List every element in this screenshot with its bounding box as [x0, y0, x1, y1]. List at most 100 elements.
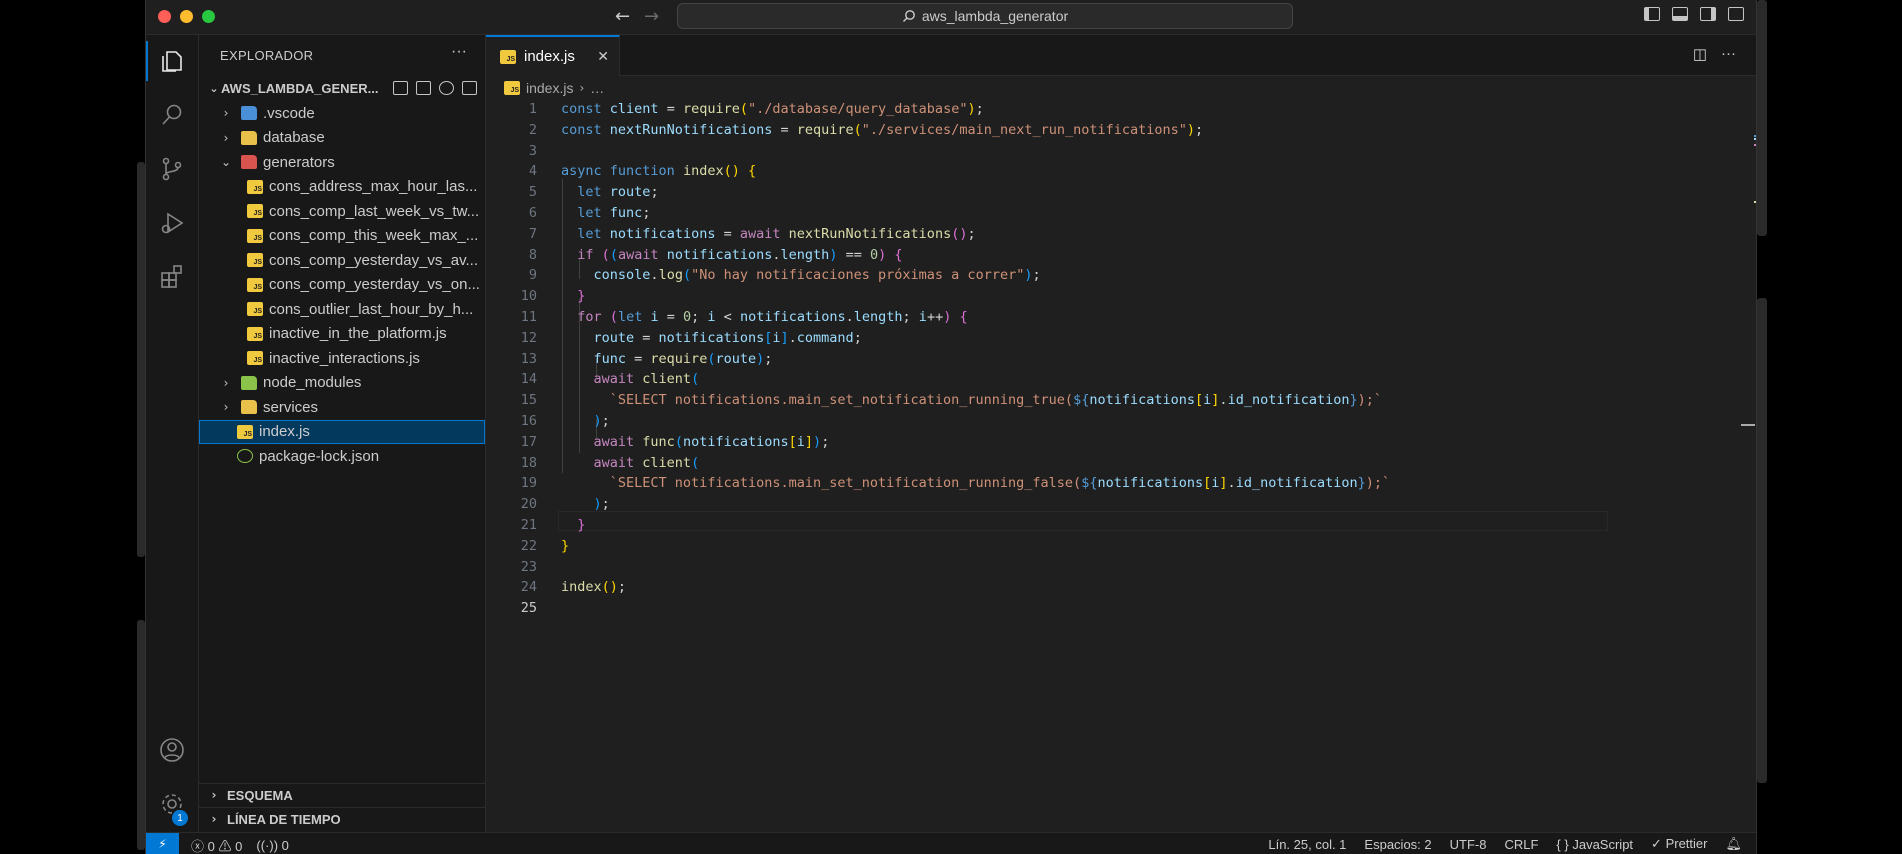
indentation[interactable]: Espacios: 2	[1364, 837, 1431, 852]
breadcrumb-file[interactable]: index.js	[526, 80, 573, 96]
tree-file[interactable]: JS inactive_interactions.js	[199, 346, 485, 370]
extensions-activity-button[interactable]	[146, 253, 198, 301]
chevron-right-icon: ›	[223, 106, 229, 120]
vscode-window: ← → aws_lambda_generator 1 EXPLORADOR ··…	[145, 0, 1757, 854]
tree-file[interactable]: JS cons_comp_last_week_vs_tw...	[199, 199, 485, 223]
line-number: 16	[520, 413, 537, 429]
code-line[interactable]: 7 let notifications = await nextRunNotif…	[486, 224, 1756, 244]
tab-index-js[interactable]: JS index.js ✕	[486, 35, 620, 76]
problems-indicator[interactable]: ⓧ 0 ⚠ 0	[191, 836, 242, 854]
code-line[interactable]: 4 async function index() {	[486, 161, 1756, 181]
line-number: 6	[528, 205, 537, 221]
code-line[interactable]: 17 await func(notifications[i]);	[486, 432, 1756, 452]
new-file-icon[interactable]	[393, 81, 408, 95]
refresh-icon[interactable]	[439, 81, 454, 95]
code-line[interactable]: 16 );	[486, 411, 1756, 431]
explorer-activity-button[interactable]	[146, 37, 198, 85]
code-line[interactable]: 5 let route;	[486, 182, 1756, 202]
close-window-button[interactable]	[158, 10, 171, 23]
code-line[interactable]: 2 const nextRunNotifications = require(".…	[486, 120, 1756, 140]
accounts-activity-button[interactable]	[146, 726, 198, 774]
code-line[interactable]: 10 }	[486, 286, 1756, 306]
code-line[interactable]: 1 const client = require("./database/quer…	[486, 99, 1756, 119]
tree-file[interactable]: package-lock.json	[199, 444, 485, 468]
command-center-search[interactable]: aws_lambda_generator	[677, 3, 1293, 29]
code-line[interactable]: 8 if ((await notifications.length) == 0)…	[486, 245, 1756, 265]
split-editor-icon[interactable]: ◫	[1693, 45, 1707, 63]
encoding[interactable]: UTF-8	[1450, 837, 1487, 852]
background-window-edge	[137, 162, 145, 557]
bell-icon[interactable]: 🔔︎	[1725, 836, 1742, 852]
collapse-all-icon[interactable]	[462, 81, 477, 95]
code-line[interactable]: 9 console.log("No hay notificaciones pró…	[486, 265, 1756, 285]
line-text: }	[577, 288, 586, 305]
tree-file[interactable]: JS cons_address_max_hour_las...	[199, 175, 485, 199]
source-control-icon	[162, 157, 182, 181]
workspace-root-label: AWS_LAMBDA_GENER...	[221, 80, 379, 96]
line-text: let route;	[577, 184, 659, 201]
close-icon[interactable]: ✕	[597, 49, 609, 65]
back-arrow-icon[interactable]: ←	[615, 6, 630, 27]
code-line[interactable]: 11 for (let i = 0; i < notifications.len…	[486, 307, 1756, 327]
tree-file[interactable]: JS cons_outlier_last_hour_by_h...	[199, 297, 485, 321]
code-line[interactable]: 14 await client(	[486, 369, 1756, 389]
workspace-root[interactable]: ⌄ AWS_LAMBDA_GENER...	[199, 77, 485, 99]
tree-file[interactable]: JS index.js	[199, 419, 485, 444]
code-line[interactable]: 23	[486, 557, 1756, 577]
breadcrumb-symbols[interactable]: …	[590, 80, 604, 96]
tab-label: index.js	[524, 48, 575, 65]
line-text: const client = require("./database/query…	[561, 101, 984, 117]
end-of-line[interactable]: CRLF	[1504, 837, 1538, 852]
code-line[interactable]: 22}	[486, 536, 1756, 556]
line-number: 11	[520, 309, 537, 325]
minimize-window-button[interactable]	[180, 10, 193, 23]
search-activity-button[interactable]	[146, 91, 198, 139]
source-control-activity-button[interactable]	[146, 145, 198, 193]
tree-file[interactable]: JS cons_comp_this_week_max_...	[199, 224, 485, 248]
code-line[interactable]: 19 `SELECT notifications.main_set_notifi…	[486, 473, 1756, 493]
toggle-secondary-sidebar-icon[interactable]	[1700, 7, 1716, 21]
code-line[interactable]: 21 }	[486, 515, 1756, 535]
forward-arrow-icon[interactable]: →	[644, 6, 659, 27]
folder-icon	[241, 106, 257, 120]
timeline-section[interactable]: › LÍNEA DE TIEMPO	[199, 807, 485, 830]
code-line[interactable]: 25	[486, 598, 1756, 618]
search-icon	[902, 10, 915, 22]
tree-folder[interactable]: ⌄ generators	[199, 150, 485, 174]
formatter-status[interactable]: ✓ Prettier	[1651, 836, 1707, 852]
manage-activity-button[interactable]: 1	[146, 780, 198, 828]
ports-indicator[interactable]: ((·)) 0	[256, 838, 289, 853]
code-line[interactable]: 24 index();	[486, 577, 1756, 597]
code-line[interactable]: 15 `SELECT notifications.main_set_notifi…	[486, 390, 1756, 410]
outline-section[interactable]: › ESQUEMA	[199, 783, 485, 806]
more-actions-icon[interactable]: ···	[1721, 45, 1736, 63]
tree-folder[interactable]: › services	[199, 395, 485, 419]
toggle-panel-icon[interactable]	[1672, 7, 1688, 21]
line-text: for (let i = 0; i < notifications.length…	[577, 309, 968, 325]
language-mode[interactable]: { } JavaScript	[1556, 837, 1633, 852]
line-text: if ((await notifications.length) == 0) {	[577, 246, 903, 263]
tree-file[interactable]: JS cons_comp_yesterday_vs_on...	[199, 273, 485, 297]
code-line[interactable]: 18 await client(	[486, 453, 1756, 473]
code-line[interactable]: 3	[486, 141, 1756, 161]
code-line[interactable]: 13 func = require(route);	[486, 349, 1756, 369]
cursor-position[interactable]: Lín. 25, col. 1	[1268, 837, 1346, 852]
tree-folder[interactable]: › database	[199, 126, 485, 150]
code-line[interactable]: 20 );	[486, 494, 1756, 514]
zoom-window-button[interactable]	[202, 10, 215, 23]
code-line[interactable]: 12 route = notifications[i].command;	[486, 328, 1756, 348]
tree-folder[interactable]: › .vscode	[199, 101, 485, 125]
minimap[interactable]	[1754, 135, 1756, 203]
customize-layout-icon[interactable]	[1728, 7, 1744, 21]
tree-item-label: inactive_in_the_platform.js	[269, 325, 447, 342]
code-line[interactable]: 6 let func;	[486, 203, 1756, 223]
remote-indicator[interactable]: ⚡	[146, 833, 179, 854]
tree-item-label: generators	[263, 153, 335, 171]
more-actions-icon[interactable]: ···	[451, 43, 467, 61]
tree-file[interactable]: JS inactive_in_the_platform.js	[199, 322, 485, 346]
new-folder-icon[interactable]	[416, 81, 431, 95]
tree-folder[interactable]: › node_modules	[199, 371, 485, 395]
tree-file[interactable]: JS cons_comp_yesterday_vs_av...	[199, 248, 485, 272]
toggle-primary-sidebar-icon[interactable]	[1644, 7, 1660, 21]
run-debug-activity-button[interactable]	[146, 199, 198, 247]
